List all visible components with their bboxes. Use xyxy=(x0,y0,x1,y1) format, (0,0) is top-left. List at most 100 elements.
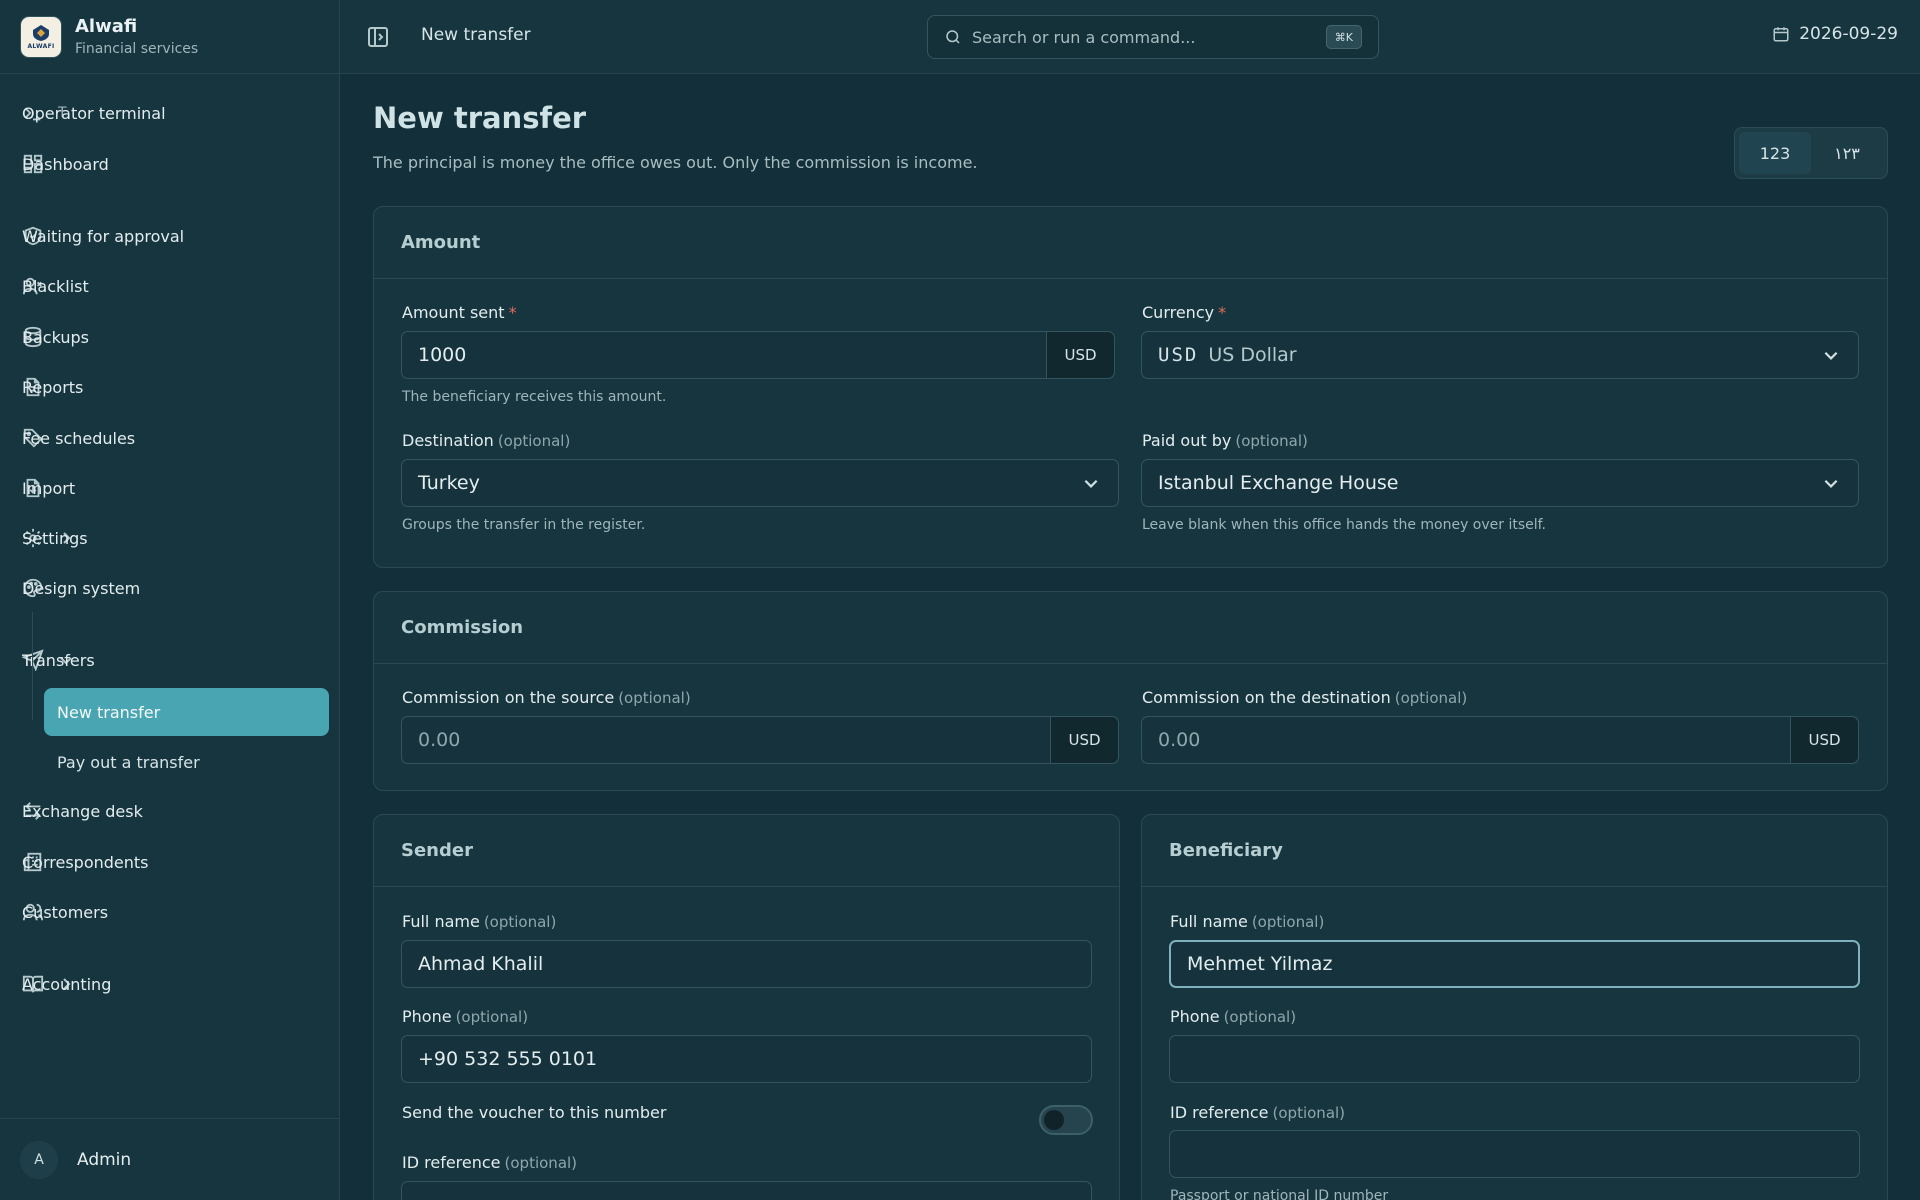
sidebar-item-settings[interactable]: Settings xyxy=(22,518,320,558)
paid-out-by-help: Leave blank when this office hands the m… xyxy=(1142,517,1547,533)
commission-destination-label: Commission on the destination (optional) xyxy=(1142,688,1468,707)
beneficiary-phone-input[interactable] xyxy=(1169,1035,1860,1083)
sidebar-item-label: Blacklist xyxy=(22,276,89,296)
sidebar-item-label: Correspondents xyxy=(22,852,149,872)
commission-destination-input[interactable]: 0.00 USD xyxy=(1141,716,1859,764)
sidebar-item-label: Settings xyxy=(22,528,88,548)
amount-card: Amount Amount sent * 1000 USD The benefic… xyxy=(373,206,1888,568)
sender-card: Sender Full name (optional) Ahmad Khalil … xyxy=(373,814,1120,1200)
sidebar-item-label: Dashboard xyxy=(22,154,109,174)
user-name: Admin xyxy=(77,1149,132,1170)
sender-full-name-value: Ahmad Khalil xyxy=(418,953,544,975)
sidebar-item-label: Customers xyxy=(22,902,109,922)
card-title: Commission xyxy=(374,592,1887,664)
currency-addon: USD xyxy=(1050,717,1118,763)
sidebar-item-transfers[interactable]: Transfers xyxy=(22,640,320,680)
sidebar-item-label: Exchange desk xyxy=(22,801,143,821)
avatar: A xyxy=(20,1140,58,1179)
send-voucher-label: Send the voucher to this number xyxy=(402,1103,667,1122)
sidebar-item-dashboard[interactable]: Dashboard xyxy=(22,144,320,184)
commission-source-input[interactable]: 0.00 USD xyxy=(401,716,1119,764)
commission-destination-placeholder: 0.00 xyxy=(1158,729,1201,751)
brand-name: Alwafi xyxy=(75,16,138,37)
page-description: The principal is money the office owes o… xyxy=(373,153,978,172)
sender-phone-input[interactable]: +90 532 555 0101 xyxy=(401,1035,1092,1083)
destination-select[interactable]: Turkey xyxy=(401,459,1119,507)
sidebar-item-exchange-desk[interactable]: Exchange desk xyxy=(22,791,320,831)
currency-code: USD xyxy=(1158,344,1199,366)
brand-logo: ALWAFI xyxy=(21,16,61,57)
sidebar-item-correspondents[interactable]: Correspondents xyxy=(22,842,320,882)
sidebar-subitem-pay-out[interactable]: Pay out a transfer xyxy=(44,738,329,786)
currency-label: Currency * xyxy=(1142,303,1227,322)
date-text: 2026-09-29 xyxy=(1799,24,1898,44)
sidebar-item-blacklist[interactable]: Blacklist xyxy=(22,266,320,306)
topbar: New transfer Search or run a command... … xyxy=(340,0,1920,74)
breadcrumb: New transfer xyxy=(421,25,531,45)
beneficiary-card: Beneficiary Full name (optional) Mehmet Y… xyxy=(1141,814,1888,1200)
commission-card: Commission Commission on the source (opti… xyxy=(373,591,1888,791)
currency-select[interactable]: USD US Dollar xyxy=(1141,331,1859,379)
destination-value: Turkey xyxy=(418,472,480,494)
sidebar-item-waiting-approval[interactable]: Waiting for approval xyxy=(22,216,320,256)
currency-addon: USD xyxy=(1790,717,1858,763)
paid-out-by-select[interactable]: Istanbul Exchange House xyxy=(1141,459,1859,507)
current-date[interactable]: 2026-09-29 xyxy=(1772,24,1898,44)
sidebar-item-operator-terminal[interactable]: Operator terminal T xyxy=(22,93,320,133)
brand[interactable]: ALWAFI Alwafi Financial services xyxy=(0,0,339,74)
card-title: Sender xyxy=(374,815,1119,887)
sender-phone-value: +90 532 555 0101 xyxy=(418,1048,598,1070)
chevron-down-icon xyxy=(1084,479,1098,488)
logo-emblem-icon xyxy=(33,24,49,41)
sidebar-item-fee-schedules[interactable]: Fee schedules xyxy=(22,418,320,458)
sidebar-item-import[interactable]: Import xyxy=(22,468,320,508)
sidebar-item-label: Import xyxy=(22,478,76,498)
sidebar-item-reports[interactable]: Reports xyxy=(22,367,320,407)
sidebar-item-label: Fee schedules xyxy=(22,428,136,448)
numeral-arabic-option[interactable]: ١٢٣ xyxy=(1811,132,1883,174)
sidebar-item-backups[interactable]: Backups xyxy=(22,317,320,357)
paid-out-by-value: Istanbul Exchange House xyxy=(1158,472,1399,494)
user-menu[interactable]: A Admin xyxy=(0,1118,340,1200)
sidebar-item-label: Backups xyxy=(22,327,89,347)
beneficiary-id-reference-label: ID reference (optional) xyxy=(1170,1103,1346,1122)
amount-sent-input[interactable]: 1000 USD xyxy=(401,331,1115,379)
amount-sent-value: 1000 xyxy=(418,344,467,366)
subnav-guide xyxy=(32,612,33,720)
card-title: Amount xyxy=(374,207,1887,279)
sidebar: ALWAFI Alwafi Financial services Operato… xyxy=(0,0,340,1200)
destination-label: Destination (optional) xyxy=(402,431,571,450)
beneficiary-phone-label: Phone (optional) xyxy=(1170,1007,1297,1026)
currency-addon: USD xyxy=(1046,332,1114,378)
commission-source-label: Commission on the source (optional) xyxy=(402,688,691,707)
sidebar-toggle-icon[interactable] xyxy=(366,25,390,49)
beneficiary-id-reference-input[interactable] xyxy=(1169,1130,1860,1178)
toggle-knob xyxy=(1044,1110,1064,1130)
sender-full-name-input[interactable]: Ahmad Khalil xyxy=(401,940,1092,988)
numeral-latin-option[interactable]: 123 xyxy=(1739,132,1811,174)
sidebar-subitem-new-transfer[interactable]: New transfer xyxy=(44,688,329,736)
page-title: New transfer xyxy=(373,101,587,135)
sidebar-item-label: Waiting for approval xyxy=(22,226,185,246)
sidebar-item-design-system[interactable]: Design system xyxy=(22,568,320,608)
beneficiary-full-name-input[interactable]: Mehmet Yilmaz xyxy=(1169,940,1860,988)
sidebar-item-label: Reports xyxy=(22,377,84,397)
numeral-toggle: 123 ١٢٣ xyxy=(1734,127,1888,179)
calendar-icon xyxy=(1773,27,1789,42)
chevron-down-icon xyxy=(1824,479,1838,488)
sidebar-item-accounting[interactable]: Accounting xyxy=(22,964,320,1004)
sender-id-reference-input[interactable] xyxy=(401,1181,1092,1200)
sender-full-name-label: Full name (optional) xyxy=(402,912,557,931)
beneficiary-full-name-label: Full name (optional) xyxy=(1170,912,1325,931)
sidebar-item-customers[interactable]: Customers xyxy=(22,892,320,932)
command-search[interactable]: Search or run a command... ⌘K xyxy=(927,15,1379,59)
amount-sent-label: Amount sent * xyxy=(402,303,517,322)
sidebar-item-label: Accounting xyxy=(22,974,112,994)
logo-text: ALWAFI xyxy=(27,42,55,50)
chevron-down-icon xyxy=(1824,351,1838,360)
send-voucher-toggle[interactable] xyxy=(1039,1105,1093,1135)
beneficiary-id-reference-help: Passport or national ID number xyxy=(1170,1188,1389,1200)
paid-out-by-label: Paid out by (optional) xyxy=(1142,431,1308,450)
amount-sent-help: The beneficiary receives this amount. xyxy=(402,389,667,405)
beneficiary-full-name-value: Mehmet Yilmaz xyxy=(1187,953,1333,975)
